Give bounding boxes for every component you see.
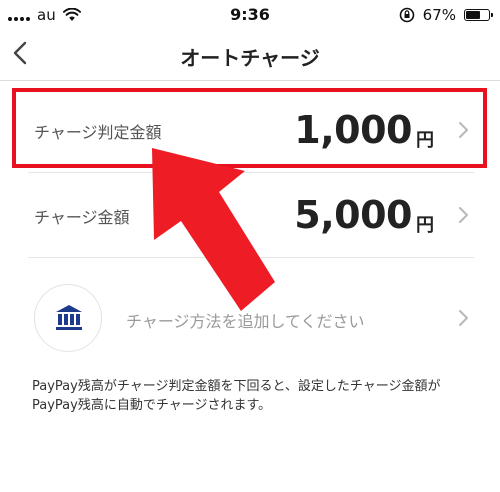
status-right: 67%: [399, 5, 493, 25]
chevron-right-icon: [459, 310, 468, 326]
orientation-lock-icon: [399, 7, 414, 23]
auto-charge-note: PayPay残高がチャージ判定金額を下回ると、設定したチャージ金額がPayPay…: [32, 379, 441, 413]
charge-amount-value: 5,000: [294, 193, 412, 237]
charge-amount-label: チャージ金額: [34, 208, 130, 227]
bank-icon-badge: [34, 284, 102, 352]
navigation-bar: オートチャージ: [0, 30, 500, 81]
bank-icon: [56, 305, 82, 330]
add-payment-method-label: チャージ方法を追加してください: [126, 312, 365, 331]
status-bar: au 9:36 67%: [0, 0, 500, 30]
charge-amount-row[interactable]: チャージ金額 5,000 円: [28, 173, 474, 258]
chevron-right-icon: [459, 207, 468, 223]
charge-amount-unit: 円: [416, 215, 434, 236]
battery-icon: [464, 9, 493, 21]
battery-percent: 67%: [422, 6, 456, 24]
add-payment-method-row[interactable]: チャージ方法を追加してください: [28, 258, 474, 378]
highlight-box: [12, 88, 487, 168]
page-title: オートチャージ: [180, 46, 320, 70]
